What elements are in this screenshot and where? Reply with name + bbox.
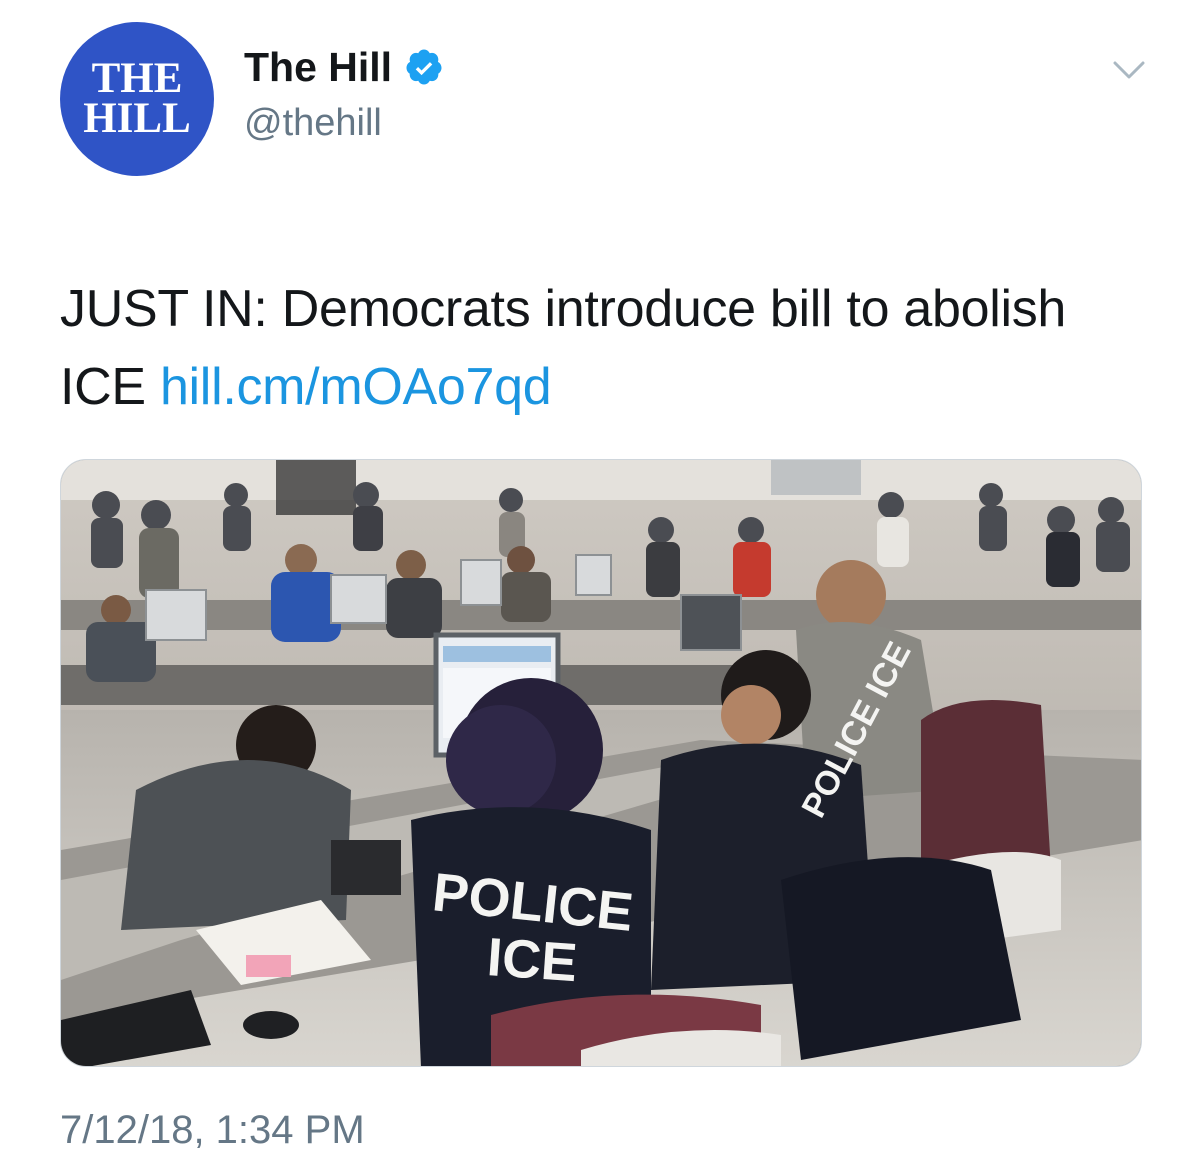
avatar-text-line2: HILL	[83, 95, 191, 142]
vest-text-line2: ICE	[485, 927, 579, 993]
avatar[interactable]: THE HILL	[60, 22, 214, 176]
tweet-media-photo[interactable]: POLICE ICE POLICE ICE	[60, 459, 1142, 1067]
chevron-down-icon[interactable]	[1112, 58, 1146, 82]
tweet-text: JUST IN: Democrats introduce bill to abo…	[60, 270, 1140, 426]
verified-badge-icon	[406, 49, 442, 85]
author-display-name[interactable]: The Hill	[244, 44, 392, 91]
author-name-row: The Hill	[244, 42, 444, 92]
tweet: THE HILL The Hill @thehill JUST IN: Demo…	[0, 0, 1200, 1176]
photo-office-scene: POLICE ICE POLICE ICE	[61, 460, 1141, 1066]
avatar-text-line1: THE	[91, 55, 183, 103]
tweet-link[interactable]: hill.cm/mOAo7qd	[160, 358, 552, 416]
author-handle[interactable]: @thehill	[244, 102, 382, 145]
tweet-timestamp[interactable]: 7/12/18, 1:34 PM	[60, 1108, 365, 1153]
